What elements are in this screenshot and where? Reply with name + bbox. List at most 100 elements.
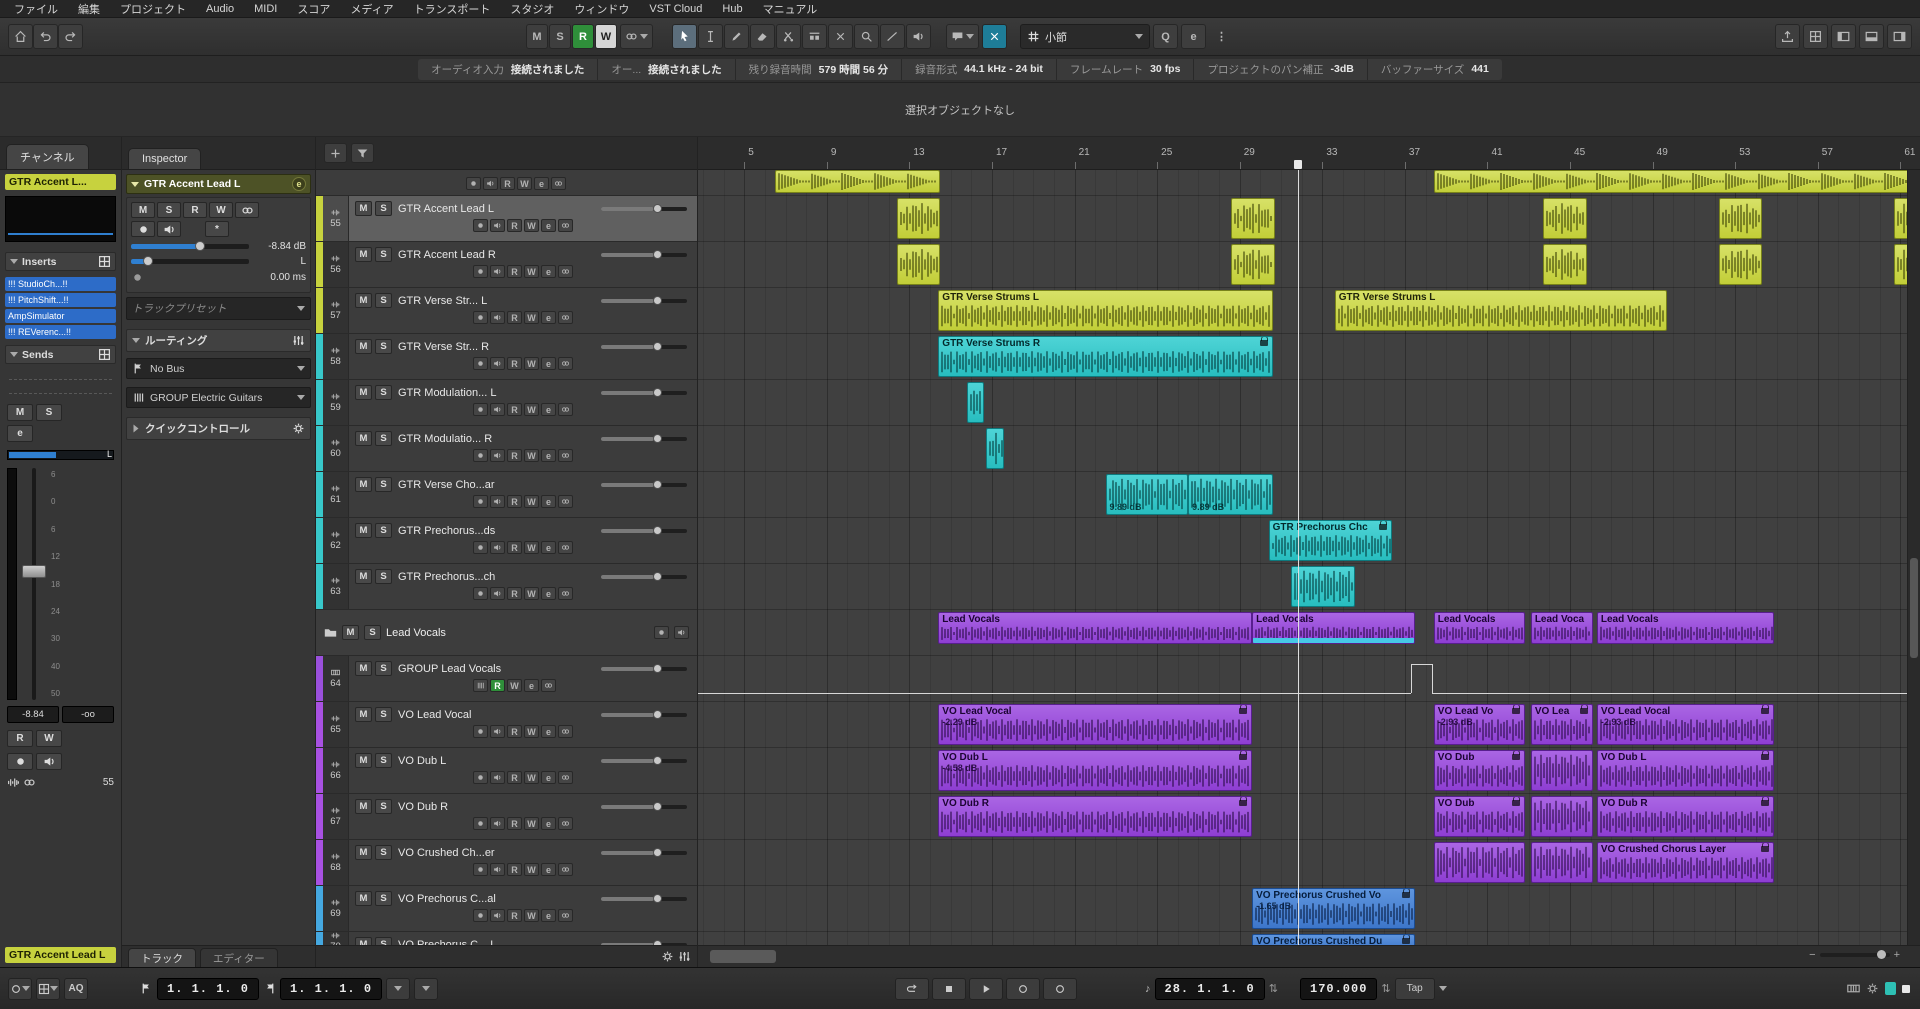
- channel-bottom-label[interactable]: GTR Accent Lead L: [5, 947, 116, 963]
- track-row-58[interactable]: 58MSGTR Verse Str... RRWe: [316, 334, 697, 380]
- track-volume-slider[interactable]: [601, 253, 687, 257]
- record-arm-button[interactable]: [473, 817, 488, 830]
- mute-button[interactable]: M: [355, 799, 372, 814]
- track-name[interactable]: GROUP Lead Vocals: [398, 663, 594, 675]
- monitor-button[interactable]: [490, 265, 505, 278]
- mute-button[interactable]: M: [355, 661, 372, 676]
- monitor-button[interactable]: [490, 771, 505, 784]
- read-button[interactable]: R: [507, 357, 522, 370]
- write-button[interactable]: W: [517, 177, 532, 190]
- track-row-57[interactable]: 57MSGTR Verse Str... LRWe: [316, 288, 697, 334]
- inspector-r-button[interactable]: R: [183, 202, 207, 218]
- write-button[interactable]: W: [507, 679, 522, 692]
- mute-button[interactable]: M: [355, 523, 372, 538]
- tempo-display[interactable]: 170.000: [1300, 978, 1377, 1000]
- clip[interactable]: [1231, 244, 1274, 285]
- track-row-65[interactable]: 65MSVO Lead VocalRWe: [316, 702, 697, 748]
- read-button[interactable]: R: [507, 587, 522, 600]
- clip[interactable]: [1231, 198, 1274, 239]
- solo-button[interactable]: S: [364, 625, 381, 640]
- read-button[interactable]: R: [507, 449, 522, 462]
- clip[interactable]: [986, 428, 1005, 469]
- solo-button[interactable]: S: [375, 293, 392, 308]
- clip[interactable]: [967, 382, 984, 423]
- track-row-70[interactable]: 70MSVO Prechorus C... LRWe: [316, 932, 697, 945]
- track-filter-button[interactable]: [351, 143, 374, 163]
- clip[interactable]: [1291, 566, 1355, 607]
- record-button[interactable]: [1006, 978, 1040, 1000]
- link-button[interactable]: [558, 587, 573, 600]
- channel-volume-fader[interactable]: [21, 468, 47, 700]
- write-button[interactable]: W: [524, 265, 539, 278]
- edit-button[interactable]: e: [541, 725, 556, 738]
- track-preset-select[interactable]: トラックプリセット: [126, 297, 311, 320]
- link-button[interactable]: [558, 495, 573, 508]
- keyboard-icon[interactable]: [1847, 982, 1860, 995]
- output-bus-select[interactable]: GROUP Electric Guitars: [126, 387, 311, 408]
- clip[interactable]: [1531, 796, 1593, 837]
- clip[interactable]: [1434, 170, 1919, 193]
- clip-vo-lea[interactable]: VO Lea: [1531, 704, 1593, 745]
- track-name[interactable]: GTR Accent Lead R: [398, 249, 594, 261]
- vertical-scrollbar[interactable]: [1907, 170, 1920, 945]
- record-arm-button[interactable]: [131, 221, 155, 237]
- routing-section-header[interactable]: ルーティング: [126, 329, 311, 352]
- gear-icon[interactable]: [661, 950, 674, 963]
- track-row-67[interactable]: 67MSVO Dub RRWe: [316, 794, 697, 840]
- mute-button[interactable]: M: [355, 293, 372, 308]
- write-button[interactable]: W: [524, 311, 539, 324]
- tab-inspector[interactable]: Inspector: [128, 148, 201, 169]
- menu-item-スタジオ[interactable]: スタジオ: [500, 1, 564, 17]
- quick-controls-section-header[interactable]: クイックコントロール: [126, 417, 311, 440]
- mute-button[interactable]: M: [355, 339, 372, 354]
- status-segment[interactable]: フレームレート30 fps: [1057, 59, 1195, 80]
- pan-slider[interactable]: [131, 259, 249, 264]
- monitor-button[interactable]: [490, 311, 505, 324]
- horizontal-scrollbar-thumb[interactable]: [710, 950, 776, 963]
- write-button[interactable]: W: [524, 909, 539, 922]
- edit-button[interactable]: e: [541, 587, 556, 600]
- monitor-button[interactable]: [490, 909, 505, 922]
- edit-button[interactable]: e: [541, 403, 556, 416]
- mute-button[interactable]: M: [355, 891, 372, 906]
- track-name[interactable]: VO Prechorus C... L: [398, 939, 594, 946]
- read-button[interactable]: R: [507, 541, 522, 554]
- position-display[interactable]: 28. 1. 1. 0: [1155, 978, 1265, 1000]
- channel-level-readout[interactable]: -8.84: [7, 706, 59, 723]
- track-volume-slider[interactable]: [601, 851, 687, 855]
- monitor-button[interactable]: [490, 587, 505, 600]
- link-button[interactable]: [558, 771, 573, 784]
- record-arm-button[interactable]: [473, 357, 488, 370]
- menu-item-MIDI[interactable]: MIDI: [244, 3, 287, 15]
- edit-channel-button[interactable]: e: [292, 177, 306, 191]
- write-button[interactable]: W: [524, 771, 539, 784]
- edit-button[interactable]: e: [541, 219, 556, 232]
- link-button[interactable]: [541, 679, 556, 692]
- track-volume-slider[interactable]: [601, 345, 687, 349]
- window-left-button[interactable]: [1831, 24, 1856, 49]
- mute-button[interactable]: M: [355, 431, 372, 446]
- link-button[interactable]: [558, 449, 573, 462]
- punch-out-button[interactable]: [414, 978, 438, 1000]
- automation-s-button[interactable]: S: [549, 24, 571, 49]
- read-button[interactable]: R: [507, 265, 522, 278]
- menu-item-プロジェクト[interactable]: プロジェクト: [110, 1, 196, 17]
- inspector-listen-button[interactable]: [235, 202, 259, 218]
- monitor-button[interactable]: [490, 219, 505, 232]
- inspector-s-button[interactable]: S: [157, 202, 181, 218]
- link-button[interactable]: [558, 863, 573, 876]
- insert-slot[interactable]: AmpSimulator: [5, 309, 116, 323]
- track-volume-slider[interactable]: [601, 713, 687, 717]
- track-volume-slider[interactable]: [601, 805, 687, 809]
- automation-line[interactable]: [1411, 664, 1432, 665]
- track-name[interactable]: GTR Modulatio... R: [398, 433, 594, 445]
- clip-vo-prechorus-crushed-du[interactable]: VO Prechorus Crushed Du: [1252, 934, 1415, 945]
- insert-slot[interactable]: !!! StudioCh...!!: [5, 277, 116, 291]
- monitor-button[interactable]: [490, 449, 505, 462]
- read-button[interactable]: R: [507, 403, 522, 416]
- record-arm-button[interactable]: [473, 541, 488, 554]
- zoom-slider[interactable]: [1820, 953, 1890, 957]
- automation-line[interactable]: [1432, 693, 1920, 694]
- status-segment[interactable]: オーディオ入力接続されました: [418, 59, 598, 80]
- monitor-button[interactable]: [490, 403, 505, 416]
